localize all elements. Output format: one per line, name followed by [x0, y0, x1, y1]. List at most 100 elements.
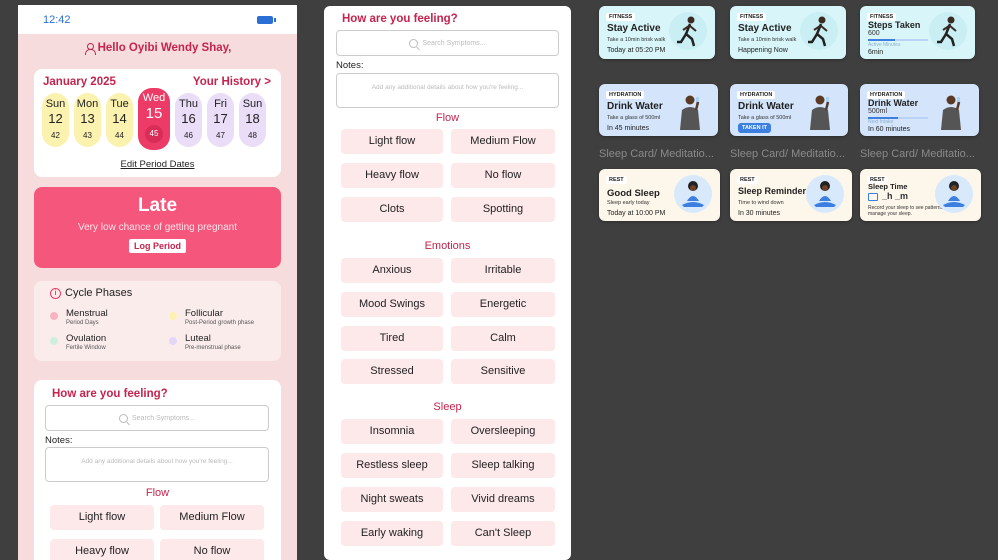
- search-input[interactable]: Search Symptoms...: [45, 405, 269, 431]
- symptom-chip[interactable]: Tired: [341, 326, 443, 351]
- steps-count: 600: [868, 30, 880, 37]
- card-title: Stay Active: [607, 23, 661, 34]
- symptom-chip[interactable]: Mood Swings: [341, 292, 443, 317]
- card-tag: FITNESS: [606, 13, 636, 21]
- hydration-progress-card[interactable]: HYDRATION Drink Water 500ml Next Intake …: [860, 84, 979, 136]
- symptom-chip[interactable]: Light flow: [50, 505, 154, 530]
- log-period-button[interactable]: Log Period: [129, 239, 186, 253]
- symptom-chip[interactable]: Insomnia: [341, 419, 443, 444]
- history-link[interactable]: Your History >: [193, 76, 271, 88]
- hydration-card[interactable]: HYDRATION Drink Water Take a glass of 50…: [599, 84, 718, 136]
- calendar-day[interactable]: Tue 14 44: [106, 93, 133, 147]
- phase-menstrual: Menstrual Period Days: [50, 308, 108, 326]
- card-title: Drink Water: [607, 101, 663, 112]
- card-tag: REST: [606, 176, 627, 184]
- symptom-chip[interactable]: Restless sleep: [341, 453, 443, 478]
- phase-follicular: Follicular Post-Period growth phase: [169, 308, 254, 326]
- runner-icon: [800, 12, 838, 50]
- runner-icon: [929, 12, 967, 50]
- runner-icon: [669, 12, 707, 50]
- calendar-day[interactable]: Fri 17 47: [207, 93, 234, 147]
- symptom-chip[interactable]: Energetic: [451, 292, 555, 317]
- calendar-day[interactable]: Thu 16 46: [175, 93, 202, 147]
- calendar-day[interactable]: Sun 12 42: [42, 93, 69, 147]
- notes-label: Notes:: [336, 60, 364, 71]
- symptom-chip[interactable]: Heavy flow: [50, 539, 154, 560]
- symptom-chip[interactable]: Anxious: [341, 258, 443, 283]
- calendar-day-selected[interactable]: Wed 15 45: [138, 88, 170, 150]
- card-subtitle: Take a glass of 500ml: [607, 115, 661, 121]
- component-label: Sleep Card/ Meditatio...: [599, 148, 714, 160]
- cycle-status-card: Late Very low chance of getting pregnant…: [34, 187, 281, 268]
- card-time: In 45 minutes: [607, 125, 650, 132]
- symptom-chip[interactable]: No flow: [160, 539, 264, 560]
- sleep-card[interactable]: REST Good Sleep Sleep early today Today …: [599, 169, 720, 221]
- taken-it-button[interactable]: TAKEN IT: [738, 123, 771, 133]
- calendar-day[interactable]: Mon 13 43: [74, 93, 101, 147]
- card-tag: HYDRATION: [606, 91, 645, 99]
- symptom-chip[interactable]: Oversleeping: [451, 419, 555, 444]
- cycle-status-title: Late: [137, 195, 178, 216]
- cycle-phases-card: i Cycle Phases Menstrual Period Days Folli…: [34, 281, 281, 361]
- symptom-chip[interactable]: Medium Flow: [451, 129, 555, 154]
- fitness-card[interactable]: FITNESS Stay Active Take a 10min brisk w…: [599, 6, 715, 59]
- notes-field[interactable]: Add any additional details about how you…: [45, 447, 269, 482]
- calendar-days: Sun 12 42 Mon 13 43 Tue 14 44 Wed 15 45 Thu 16 46 …: [34, 88, 281, 150]
- phase-dot: [50, 337, 58, 345]
- feeling-title: How are you feeling?: [52, 388, 168, 400]
- symptom-chip[interactable]: Clots: [341, 197, 443, 222]
- card-title: Drink Water: [738, 101, 794, 112]
- sleep-reminder-card[interactable]: REST Sleep Reminder Time to wind down In…: [730, 169, 852, 221]
- greeting-text: Hello Oyibi Wendy Shay,: [97, 42, 232, 54]
- phone-screen: 12:42 Hello Oyibi Wendy Shay, January 20…: [18, 5, 297, 560]
- edit-period-dates-link[interactable]: Edit Period Dates: [34, 159, 281, 170]
- card-status: Happening Now: [738, 47, 788, 54]
- drinking-person-icon: [672, 90, 710, 130]
- calendar-day[interactable]: Sun 18 48: [239, 93, 266, 147]
- symptom-chip[interactable]: Early waking: [341, 521, 443, 546]
- card-time: In 60 minutes: [868, 126, 911, 133]
- battery-icon: [257, 15, 276, 24]
- feeling-title: How are you feeling?: [342, 13, 458, 25]
- search-input[interactable]: Search Symptoms...: [336, 30, 559, 56]
- meditation-icon: [935, 175, 973, 213]
- symptom-chip[interactable]: Sleep talking: [451, 453, 555, 478]
- info-icon[interactable]: i: [50, 287, 61, 299]
- feeling-card: How are you feeling? Search Symptoms... …: [34, 380, 281, 560]
- steps-card[interactable]: FITNESS Steps Taken 600 Active Minutes 6…: [860, 6, 975, 59]
- symptom-chip[interactable]: Sensitive: [451, 359, 555, 384]
- symptom-chip[interactable]: Vivid dreams: [451, 487, 555, 512]
- symptom-chip[interactable]: Can't Sleep: [451, 521, 555, 546]
- card-time: In 30 minutes: [738, 210, 781, 217]
- calendar-card: January 2025 Your History > Sun 12 42 Mon 1…: [34, 69, 281, 177]
- fitness-card[interactable]: FITNESS Stay Active Take a 10min brisk w…: [730, 6, 846, 59]
- symptom-chip[interactable]: Heavy flow: [341, 163, 443, 188]
- card-title: Sleep Time: [868, 182, 908, 191]
- emotions-section-title: Emotions: [424, 240, 471, 252]
- cycle-status-subtitle: Very low chance of getting pregnant: [78, 222, 237, 233]
- drinking-person-icon: [933, 90, 971, 130]
- symptom-log-screen: How are you feeling? Search Symptoms... …: [324, 6, 571, 560]
- sleep-time-card[interactable]: REST Sleep Time _h _m Record your sleep …: [860, 169, 981, 221]
- symptom-chip[interactable]: Spotting: [451, 197, 555, 222]
- notes-label: Notes:: [45, 435, 73, 446]
- symptom-chip[interactable]: Stressed: [341, 359, 443, 384]
- card-title: Sleep Reminder: [738, 186, 807, 196]
- symptom-chip[interactable]: Irritable: [451, 258, 555, 283]
- cycle-phases-title: Cycle Phases: [65, 287, 133, 299]
- water-amount: 500ml: [868, 108, 888, 115]
- phase-luteal: Luteal Pre-menstrual phase: [169, 333, 241, 351]
- sleep-duration: _h _m: [882, 191, 909, 201]
- symptom-chip[interactable]: Calm: [451, 326, 555, 351]
- symptom-chip[interactable]: Night sweats: [341, 487, 443, 512]
- card-tag: FITNESS: [737, 13, 767, 21]
- symptom-chip[interactable]: No flow: [451, 163, 555, 188]
- symptom-chip[interactable]: Medium Flow: [160, 505, 264, 530]
- hydration-card[interactable]: HYDRATION Drink Water Take a glass of 50…: [730, 84, 848, 136]
- card-subtitle: Take a 10min brisk walk: [607, 37, 666, 43]
- phase-dot: [50, 312, 58, 320]
- symptom-chip[interactable]: Light flow: [341, 129, 443, 154]
- notes-field[interactable]: Add any additional details about how you…: [336, 73, 559, 108]
- card-title: Steps Taken: [868, 20, 921, 30]
- card-time: Today at 10:00 PM: [607, 210, 666, 217]
